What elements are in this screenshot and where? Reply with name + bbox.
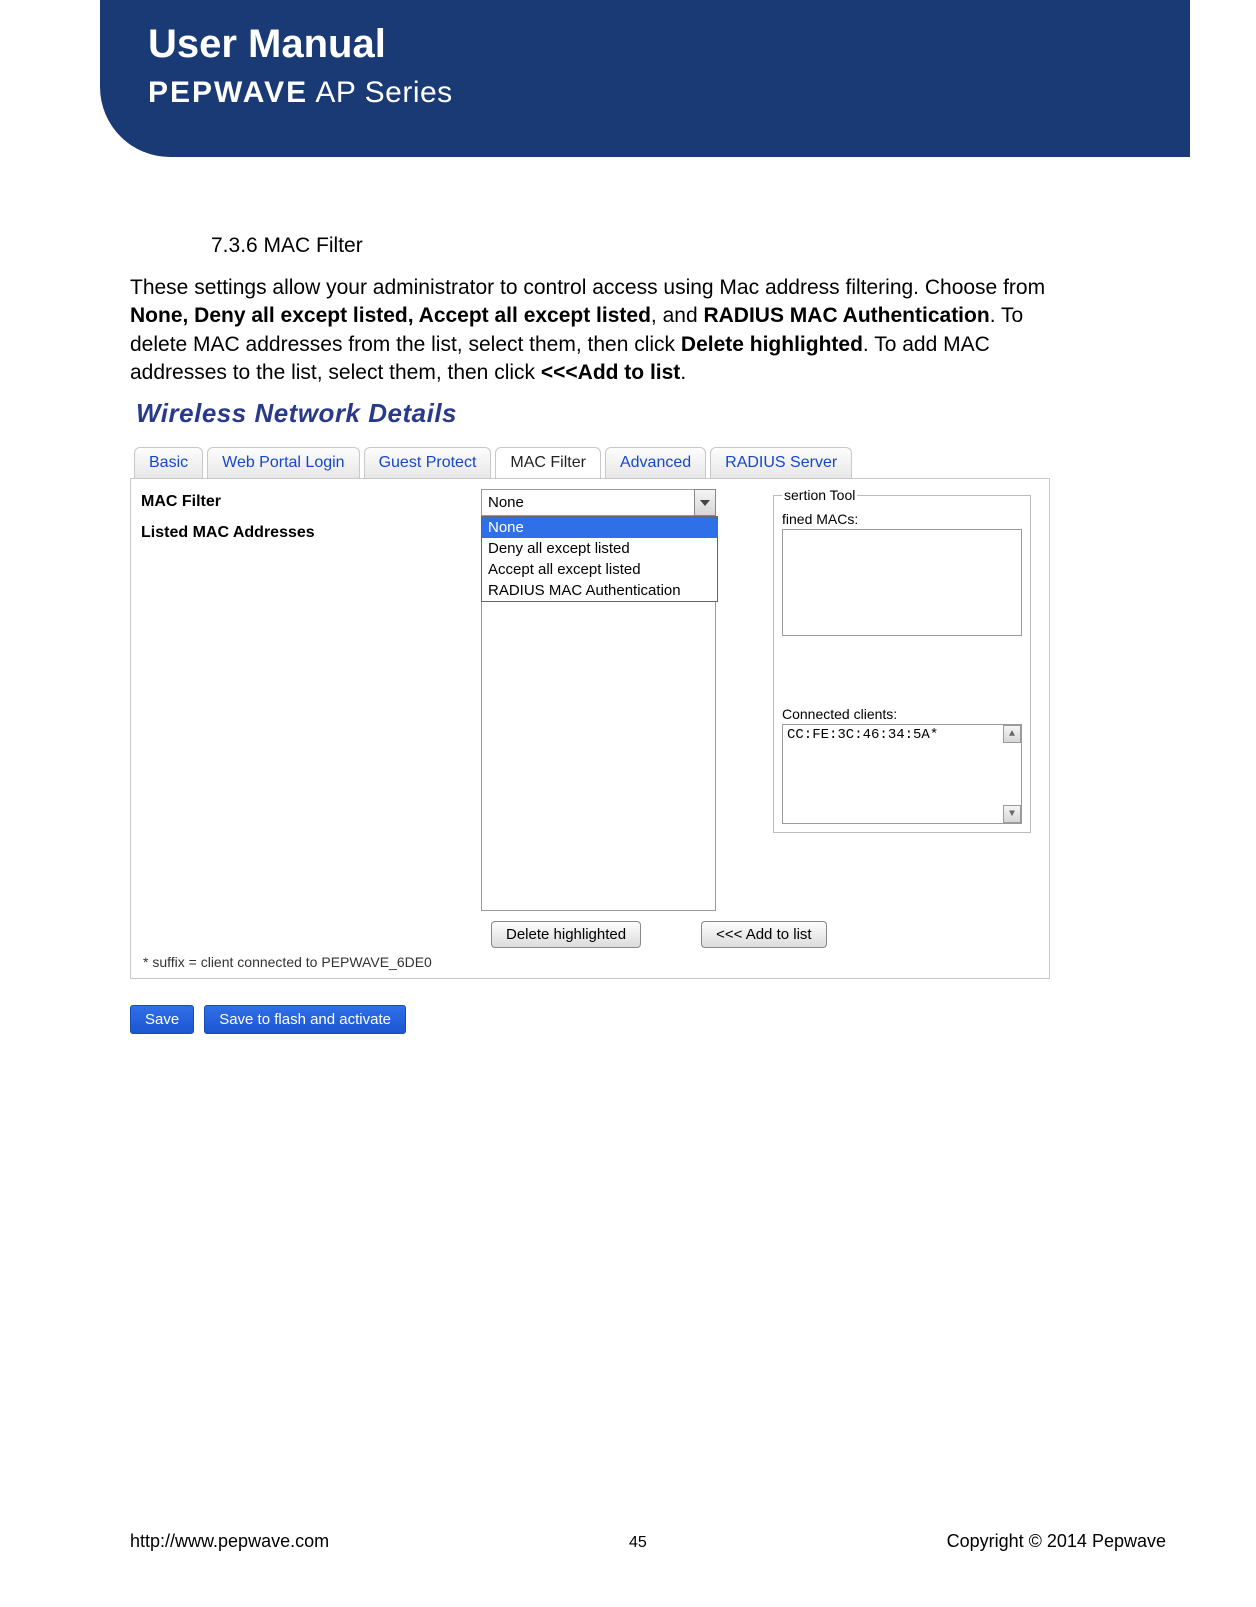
para-bold: RADIUS MAC Authentication	[703, 304, 989, 327]
copyright-pre: Copyright ©	[947, 1531, 1047, 1551]
add-to-list-button[interactable]: <<< Add to list	[701, 921, 827, 948]
mac-filter-select[interactable]: None	[481, 489, 716, 516]
mac-filter-select-value: None	[488, 494, 524, 511]
para-text: These settings allow your administrator …	[130, 276, 1045, 299]
page-footer: http://www.pepwave.com 45 Copyright © 20…	[130, 1531, 1166, 1552]
insertion-tool-legend: sertion Tool	[782, 487, 857, 503]
page-number: 45	[629, 1534, 647, 1552]
doc-header-banner: User Manual PEPWAVE AP Series	[100, 0, 1190, 157]
para-bold: None, Deny all except listed, Accept all…	[130, 304, 651, 327]
copyright-year: 2014	[1047, 1531, 1087, 1551]
section-paragraph: These settings allow your administrator …	[130, 274, 1050, 387]
tab-advanced[interactable]: Advanced	[605, 447, 706, 478]
connected-clients-label: Connected clients:	[782, 706, 1022, 722]
form-panel: MAC Filter None None Deny all except lis…	[130, 478, 1050, 979]
footer-copyright: Copyright © 2014 Pepwave	[947, 1531, 1166, 1552]
label-listed-mac-addresses: Listed MAC Addresses	[141, 520, 481, 546]
mac-filter-dropdown: None Deny all except listed Accept all e…	[481, 516, 718, 602]
option-accept-all-except-listed[interactable]: Accept all except listed	[482, 559, 717, 580]
listed-mac-addresses-listbox[interactable]	[481, 596, 716, 911]
option-radius-mac-authentication[interactable]: RADIUS MAC Authentication	[482, 580, 717, 601]
defined-macs-listbox[interactable]	[782, 529, 1022, 636]
brand-strong: PEPWAVE	[148, 76, 308, 109]
option-deny-all-except-listed[interactable]: Deny all except listed	[482, 538, 717, 559]
tab-bar: Basic Web Portal Login Guest Protect MAC…	[130, 447, 1050, 478]
embedded-ui: Wireless Network Details Basic Web Porta…	[130, 392, 1050, 1034]
scroll-up-icon[interactable]: ▲	[1003, 725, 1021, 743]
tab-web-portal-login[interactable]: Web Portal Login	[207, 447, 359, 478]
connected-clients-listbox[interactable]: CC:FE:3C:46:34:5A* ▲ ▼	[782, 724, 1022, 824]
para-bold: Delete highlighted	[681, 333, 863, 356]
para-bold: <<<Add to list	[541, 361, 680, 384]
suffix-footnote: * suffix = client connected to PEPWAVE_6…	[141, 948, 1039, 972]
scroll-down-icon[interactable]: ▼	[1003, 805, 1021, 823]
tab-mac-filter[interactable]: MAC Filter	[495, 447, 601, 478]
tab-basic[interactable]: Basic	[134, 447, 203, 478]
doc-brand: PEPWAVE AP Series	[148, 76, 453, 110]
dropdown-arrow-icon[interactable]	[694, 489, 716, 516]
mac-insertion-tool-fieldset: sertion Tool fined MACs: Connected clien…	[773, 487, 1031, 833]
delete-highlighted-button[interactable]: Delete highlighted	[491, 921, 641, 948]
save-button[interactable]: Save	[130, 1005, 194, 1034]
defined-macs-label: fined MACs:	[782, 511, 1022, 527]
label-mac-filter: MAC Filter	[141, 489, 481, 515]
para-text: , and	[651, 304, 704, 327]
tab-guest-protect[interactable]: Guest Protect	[364, 447, 492, 478]
client-entry[interactable]: CC:FE:3C:46:34:5A*	[787, 727, 938, 743]
save-flash-activate-button[interactable]: Save to flash and activate	[204, 1005, 406, 1034]
panel-title: Wireless Network Details	[130, 392, 1050, 447]
brand-thin: AP Series	[308, 76, 453, 109]
tab-radius-server[interactable]: RADIUS Server	[710, 447, 852, 478]
copyright-post: Pepwave	[1087, 1531, 1166, 1551]
option-none[interactable]: None	[482, 517, 717, 538]
doc-title: User Manual	[148, 22, 386, 67]
footer-url: http://www.pepwave.com	[130, 1531, 329, 1552]
section-heading: 7.3.6 MAC Filter	[211, 234, 363, 258]
para-text: .	[680, 361, 686, 384]
